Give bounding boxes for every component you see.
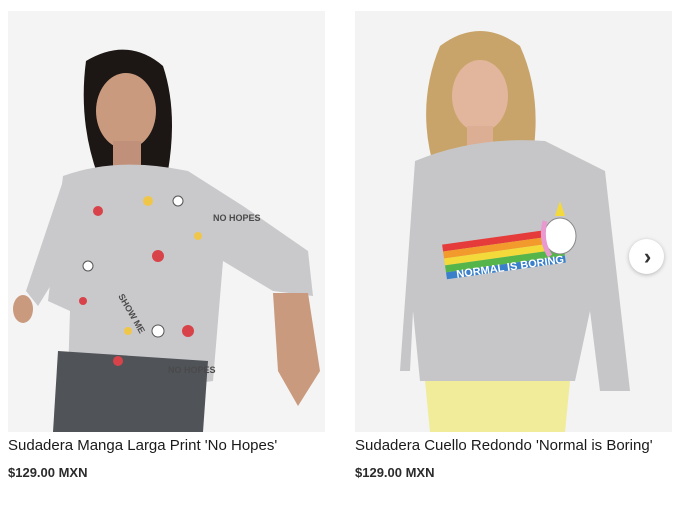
print-text: NO HOPES (213, 213, 261, 223)
model-photo-no-hopes: NO HOPES SHOW ME NO HOPES (8, 11, 325, 432)
product-title[interactable]: Sudadera Manga Larga Print 'No Hopes' (8, 436, 325, 456)
product-price: $129.00 MXN (355, 465, 435, 480)
carousel-next-button[interactable]: › (629, 239, 664, 274)
product-card[interactable]: NORMAL IS BORING Sudadera Cuello Redondo… (355, 11, 672, 480)
print-text: NO HOPES (168, 365, 216, 375)
product-title[interactable]: Sudadera Cuello Redondo 'Normal is Borin… (355, 436, 672, 456)
product-price: $129.00 MXN (8, 465, 88, 480)
product-image[interactable]: NO HOPES SHOW ME NO HOPES (8, 11, 325, 432)
model-photo-normal-is-boring: NORMAL IS BORING (355, 11, 672, 432)
chevron-right-icon: › (643, 243, 652, 269)
product-image[interactable]: NORMAL IS BORING (355, 11, 672, 432)
product-card[interactable]: NO HOPES SHOW ME NO HOPES Sudadera Manga… (8, 11, 325, 480)
